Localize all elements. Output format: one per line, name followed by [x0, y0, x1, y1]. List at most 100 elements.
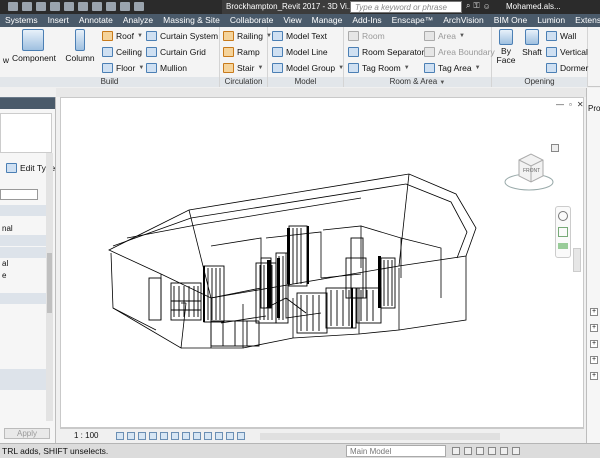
minimize-icon[interactable]: — — [556, 100, 564, 109]
tab-manage[interactable]: Manage — [307, 14, 348, 27]
properties-scrollbar[interactable] — [46, 153, 53, 421]
expand-icon[interactable]: + — [590, 308, 598, 316]
viewcube[interactable]: FRONT — [501, 142, 557, 198]
area-boundary-button[interactable]: Area Boundary — [424, 47, 495, 57]
model-line-button[interactable]: Model Line — [272, 47, 328, 57]
select-pinned-icon[interactable] — [476, 447, 484, 455]
close-hidden-icon[interactable] — [134, 2, 144, 11]
crop-view-icon[interactable] — [171, 432, 179, 440]
room-separator-button[interactable]: Room Separator — [348, 47, 424, 57]
close-icon[interactable]: ✕ — [577, 100, 584, 109]
curtain-grid-button[interactable]: Curtain Grid — [146, 47, 206, 57]
ceiling-button[interactable]: Ceiling — [102, 47, 142, 57]
search-input[interactable]: Type a keyword or phrase — [350, 1, 462, 13]
dormer-button[interactable]: Dormer — [546, 63, 588, 73]
select-underlay-icon[interactable] — [464, 447, 472, 455]
ramp-button[interactable]: Ramp — [223, 47, 260, 57]
3d-view-icon[interactable] — [92, 2, 102, 11]
render-icon[interactable] — [160, 432, 168, 440]
property-group-row[interactable] — [0, 247, 46, 258]
tag-icon[interactable] — [64, 2, 74, 11]
tab-collaborate[interactable]: Collaborate — [225, 14, 278, 27]
shaft-button[interactable]: Shaft — [520, 29, 544, 57]
chevron-down-icon[interactable]: ▼ — [439, 80, 445, 86]
steering-wheel-icon[interactable] — [558, 211, 568, 221]
floor-button[interactable]: Floor ▼ — [102, 63, 144, 73]
thin-lines-icon[interactable] — [120, 2, 130, 11]
mullion-button[interactable]: Mullion — [146, 63, 187, 73]
section-icon[interactable] — [106, 2, 116, 11]
scrollbar-thumb[interactable] — [47, 253, 52, 313]
area-button[interactable]: Area ▼ — [424, 31, 465, 41]
vertical-opening-button[interactable]: Vertical — [546, 47, 588, 57]
tag-area-button[interactable]: Tag Area ▼ — [424, 63, 481, 73]
redo-icon[interactable] — [36, 2, 46, 11]
analytical-model-icon[interactable] — [226, 432, 234, 440]
tab-lumion[interactable]: Lumion — [532, 14, 570, 27]
user-name[interactable]: Mohamed.als... — [506, 0, 561, 14]
tab-extensions[interactable]: Extensions — [570, 14, 600, 27]
instance-filter[interactable] — [0, 189, 38, 200]
wall-opening-button[interactable]: Wall — [546, 31, 576, 41]
by-face-button[interactable]: By Face — [494, 29, 518, 65]
component-button[interactable]: Component — [12, 29, 56, 63]
tab-bim-one[interactable]: BIM One — [489, 14, 533, 27]
select-by-face-icon[interactable] — [488, 447, 496, 455]
select-links-icon[interactable] — [452, 447, 460, 455]
curtain-system-button[interactable]: Curtain System — [146, 31, 218, 41]
subscription-icon[interactable]: ⚿ — [473, 1, 479, 11]
expand-icon[interactable]: + — [590, 324, 598, 332]
sun-path-icon[interactable] — [138, 432, 146, 440]
apply-button[interactable]: Apply — [4, 428, 50, 439]
lock-view-icon[interactable] — [193, 432, 201, 440]
property-group-row[interactable] — [0, 235, 46, 246]
active-model-select[interactable]: Main Model — [346, 445, 446, 457]
3d-view-canvas[interactable]: FRONT — [60, 97, 584, 428]
view-scrollbar[interactable] — [573, 248, 581, 272]
tab-view[interactable]: View — [278, 14, 306, 27]
expand-icon[interactable]: + — [590, 372, 598, 380]
horizontal-scrollbar[interactable] — [260, 433, 500, 440]
model-text-button[interactable]: Model Text — [272, 31, 327, 41]
room-button[interactable]: Room — [348, 31, 385, 41]
property-group-row[interactable] — [0, 379, 46, 390]
expand-icon[interactable]: + — [590, 356, 598, 364]
tab-enscape[interactable]: Enscape™ — [387, 14, 439, 27]
pan-icon[interactable] — [558, 243, 568, 249]
viewcube-front-face[interactable]: FRONT — [523, 168, 540, 174]
home-view-icon[interactable] — [551, 144, 559, 152]
property-group-row[interactable] — [0, 293, 46, 304]
measure-icon[interactable] — [50, 2, 60, 11]
drag-elements-icon[interactable] — [500, 447, 508, 455]
tab-annotate[interactable]: Annotate — [74, 14, 118, 27]
tab-archvision[interactable]: ArchVision — [438, 14, 488, 27]
roof-button[interactable]: Roof ▼ — [102, 31, 143, 41]
stair-button[interactable]: Stair ▼ — [223, 63, 263, 73]
show-crop-icon[interactable] — [182, 432, 190, 440]
filter-icon[interactable] — [512, 447, 520, 455]
tab-systems[interactable]: Systems — [0, 14, 43, 27]
undo-icon[interactable] — [22, 2, 32, 11]
search-icon[interactable]: ⌕ — [466, 1, 470, 11]
tab-massing-site[interactable]: Massing & Site — [158, 14, 225, 27]
visual-style-icon[interactable] — [127, 432, 135, 440]
temporary-hide-icon[interactable] — [204, 432, 212, 440]
tab-add-ins[interactable]: Add-Ins — [347, 14, 386, 27]
reveal-hidden-icon[interactable] — [215, 432, 223, 440]
type-selector[interactable] — [0, 113, 52, 153]
column-button[interactable]: Column — [64, 29, 96, 63]
tab-analyze[interactable]: Analyze — [118, 14, 158, 27]
wall-button[interactable]: w — [0, 29, 12, 65]
shadows-icon[interactable] — [149, 432, 157, 440]
view-scale[interactable]: 1 : 100 — [74, 431, 98, 440]
restore-icon[interactable]: ▫ — [569, 100, 572, 109]
zoom-icon[interactable] — [558, 227, 568, 237]
save-icon[interactable] — [8, 2, 18, 11]
user-icon[interactable]: ☺ — [483, 2, 491, 11]
property-group-row[interactable] — [0, 205, 46, 216]
expand-icon[interactable]: + — [590, 340, 598, 348]
text-icon[interactable] — [78, 2, 88, 11]
tab-insert[interactable]: Insert — [43, 14, 74, 27]
model-group-button[interactable]: Model Group ▼ — [272, 63, 344, 73]
railing-button[interactable]: Railing ▼ — [223, 31, 272, 41]
